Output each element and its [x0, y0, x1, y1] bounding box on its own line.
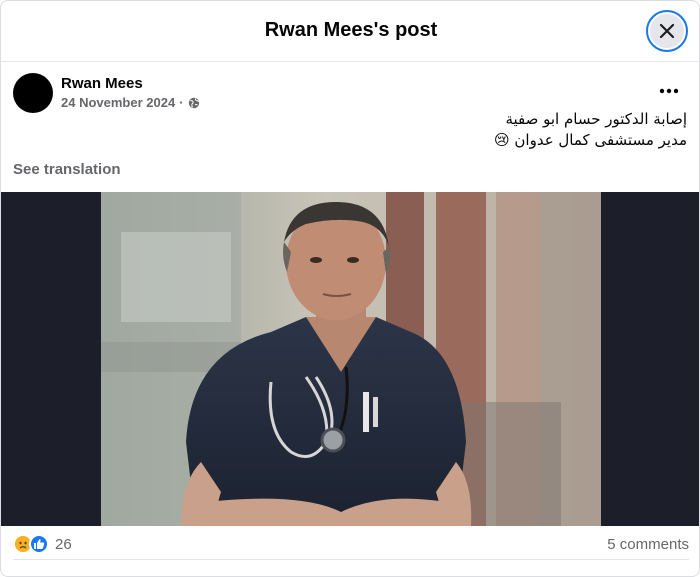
- see-translation-link[interactable]: See translation: [13, 161, 121, 178]
- post-date[interactable]: 24 November 2024: [61, 95, 175, 110]
- post-photo[interactable]: [101, 192, 601, 526]
- author-name[interactable]: Rwan Mees: [61, 75, 143, 92]
- post-text-line-2: مدير مستشفى كمال عدوان 😢: [493, 131, 687, 149]
- reactions-summary[interactable]: 26: [13, 534, 72, 554]
- post-meta: 24 November 2024 ·: [61, 95, 200, 110]
- post-footer: 26 5 comments: [1, 526, 699, 576]
- globe-icon[interactable]: [188, 97, 200, 109]
- post-text: إصابة الدكتور حسام ابو صفية مدير مستشفى …: [187, 109, 687, 151]
- post-dialog: Rwan Mees's post Rwan Mees 24 November 2…: [0, 0, 700, 577]
- meta-separator: ·: [179, 95, 184, 110]
- doctor-photo: [101, 192, 601, 526]
- divider: [13, 559, 689, 560]
- like-reaction-icon: [29, 534, 49, 554]
- reaction-count[interactable]: 26: [55, 536, 72, 553]
- post-media[interactable]: [1, 192, 699, 526]
- dialog-header: Rwan Mees's post: [1, 1, 699, 62]
- comments-count[interactable]: 5 comments: [607, 536, 689, 553]
- avatar[interactable]: [13, 73, 53, 113]
- dialog-title: Rwan Mees's post: [264, 19, 438, 41]
- more-options-button[interactable]: [651, 77, 687, 105]
- close-button[interactable]: [646, 10, 688, 52]
- post-text-line-1: إصابة الدكتور حسام ابو صفية: [505, 110, 687, 128]
- more-horizontal-icon: [659, 88, 679, 94]
- close-icon: [659, 23, 675, 39]
